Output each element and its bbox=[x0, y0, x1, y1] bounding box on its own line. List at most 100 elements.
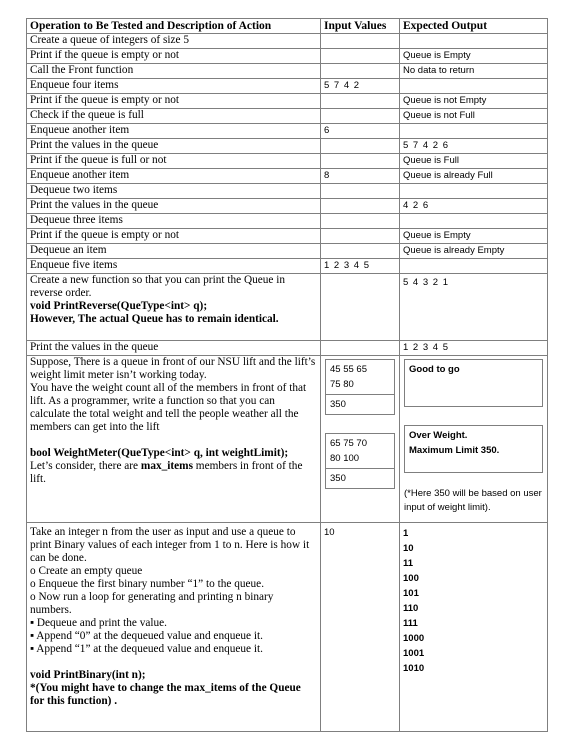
table-row: Print if the queue is empty or not Queue … bbox=[26, 48, 548, 64]
w2b: 80 100 bbox=[330, 453, 360, 464]
binary-step: ▪ Dequeue and print the value. bbox=[30, 617, 168, 629]
input-cell bbox=[320, 198, 400, 214]
binary-input: 10 bbox=[320, 522, 400, 732]
binary-step: ▪ Append “0” at the dequeued value and e… bbox=[30, 630, 263, 642]
weight-note: (*Here 350 will be based on user input o… bbox=[404, 488, 542, 513]
output-cell: Queue is already Empty bbox=[399, 243, 548, 259]
binary-step: o Create an empty queue bbox=[30, 565, 143, 577]
output-cell bbox=[399, 78, 548, 94]
operation-cell: Enqueue four items bbox=[26, 78, 321, 94]
output-cell: Queue is not Full bbox=[399, 108, 548, 124]
weight-input-2: 65 75 70 80 100 bbox=[325, 433, 395, 469]
binary-output: 100 bbox=[403, 573, 419, 584]
table-row: Print if the queue is full or not Queue i… bbox=[26, 153, 548, 169]
operation-cell: Check if the queue is full bbox=[26, 108, 321, 124]
output-cell: No data to return bbox=[399, 63, 548, 79]
input-cell bbox=[320, 63, 400, 79]
binary-step: o Enqueue the first binary number “1” to… bbox=[30, 578, 265, 590]
table-row: Call the Front function No data to return bbox=[26, 63, 548, 79]
table-row: Enqueue another item 6 bbox=[26, 123, 548, 139]
weight-input-1: 45 55 65 75 80 bbox=[325, 359, 395, 395]
binary-output: 11 bbox=[403, 558, 414, 569]
w1b: 75 80 bbox=[330, 379, 354, 390]
reverse-op: Create a new function so that you can pr… bbox=[26, 273, 321, 341]
binary-step: Take an integer n from the user as input… bbox=[30, 526, 310, 564]
table-row: Print if the queue is empty or not Queue … bbox=[26, 228, 548, 244]
operation-cell: Dequeue two items bbox=[26, 183, 321, 199]
binary-output: 10 bbox=[403, 543, 414, 554]
weight-limit-2: 350 bbox=[325, 469, 395, 489]
table-row: Print the values in the queue 5 7 4 2 6 bbox=[26, 138, 548, 154]
input-cell bbox=[320, 228, 400, 244]
binary-output: 1 bbox=[403, 528, 409, 539]
output-cell: 4 2 6 bbox=[399, 198, 548, 214]
binary-output: 110 bbox=[403, 603, 419, 614]
operation-cell: Print the values in the queue bbox=[26, 198, 321, 214]
reverse-output: 5 4 3 2 1 bbox=[399, 273, 548, 341]
print-input bbox=[320, 340, 400, 356]
table-row: Dequeue an item Queue is already Empty bbox=[26, 243, 548, 259]
input-cell bbox=[320, 213, 400, 229]
output-cell bbox=[399, 183, 548, 199]
output-cell bbox=[399, 33, 548, 49]
header-output: Expected Output bbox=[399, 18, 548, 34]
table-row: Dequeue two items bbox=[26, 183, 548, 199]
output-cell: Queue is Empty bbox=[399, 48, 548, 64]
binary-op: Take an integer n from the user as input… bbox=[26, 522, 321, 732]
input-cell bbox=[320, 108, 400, 124]
input-cell: 1 2 3 4 5 bbox=[320, 258, 400, 274]
binary-note: *(You might have to change the max_items… bbox=[30, 682, 301, 707]
weight-p3-bold: max_items bbox=[140, 460, 193, 472]
o2b: Maximum Limit 350. bbox=[409, 445, 500, 456]
table-row: Enqueue five items 1 2 3 4 5 bbox=[26, 258, 548, 274]
weight-p2: You have the weight count all of the mem… bbox=[30, 382, 307, 433]
binary-output: 1001 bbox=[403, 648, 425, 659]
weight-output-2: Over Weight. Maximum Limit 350. bbox=[404, 425, 543, 473]
input-cell: 5 7 4 2 bbox=[320, 78, 400, 94]
operation-cell: Print the values in the queue bbox=[26, 138, 321, 154]
input-cell bbox=[320, 48, 400, 64]
weight-outputs: Good to go Over Weight. Maximum Limit 350… bbox=[399, 355, 548, 523]
input-cell bbox=[320, 138, 400, 154]
operation-cell: Print if the queue is empty or not bbox=[26, 228, 321, 244]
binary-step: o Now run a loop for generating and prin… bbox=[30, 591, 274, 616]
output-cell: Queue is Empty bbox=[399, 228, 548, 244]
weight-output-1: Good to go bbox=[404, 359, 543, 407]
operation-cell: Print if the queue is empty or not bbox=[26, 48, 321, 64]
output-cell: 5 7 4 2 6 bbox=[399, 138, 548, 154]
reverse-input bbox=[320, 273, 400, 341]
reverse-signature: void PrintReverse(QueType<int> q); bbox=[30, 300, 208, 312]
input-cell bbox=[320, 153, 400, 169]
weight-limit-1: 350 bbox=[325, 395, 395, 415]
operation-cell: Print if the queue is full or not bbox=[26, 153, 321, 169]
o2a: Over Weight. bbox=[409, 430, 468, 441]
operation-cell: Enqueue five items bbox=[26, 258, 321, 274]
binary-output: 1010 bbox=[403, 663, 425, 674]
operation-cell: Dequeue three items bbox=[26, 213, 321, 229]
input-cell bbox=[320, 33, 400, 49]
weight-inputs: 45 55 65 75 80 350 65 75 70 80 100 350 bbox=[320, 355, 400, 523]
table-row: Print if the queue is empty or not Queue … bbox=[26, 93, 548, 109]
operation-cell: Enqueue another item bbox=[26, 168, 321, 184]
operation-cell: Dequeue an item bbox=[26, 243, 321, 259]
input-cell bbox=[320, 183, 400, 199]
binary-output: 101 bbox=[403, 588, 419, 599]
print-op: Print the values in the queue bbox=[26, 340, 321, 356]
reverse-note: However, The actual Queue has to remain … bbox=[30, 313, 279, 325]
table-row: Dequeue three items bbox=[26, 213, 548, 229]
w2a: 65 75 70 bbox=[330, 438, 367, 449]
header-operation: Operation to Be Tested and Description o… bbox=[26, 18, 321, 34]
reverse-text: Create a new function so that you can pr… bbox=[30, 274, 286, 300]
header-input: Input Values bbox=[320, 18, 400, 34]
operation-cell: Call the Front function bbox=[26, 63, 321, 79]
output-cell: Queue is not Empty bbox=[399, 93, 548, 109]
binary-output: 111 bbox=[403, 618, 418, 629]
output-cell bbox=[399, 213, 548, 229]
operation-cell: Print if the queue is empty or not bbox=[26, 93, 321, 109]
table-row: Create a queue of integers of size 5 bbox=[26, 33, 548, 49]
weight-p3: Let’s consider, there are bbox=[30, 460, 141, 472]
table-row: Enqueue another item 8 Queue is already Fu… bbox=[26, 168, 548, 184]
binary-step: ▪ Append “1” at the dequeued value and e… bbox=[30, 643, 263, 655]
output-cell bbox=[399, 123, 548, 139]
test-table: Operation to Be Tested and Description o… bbox=[26, 18, 548, 732]
